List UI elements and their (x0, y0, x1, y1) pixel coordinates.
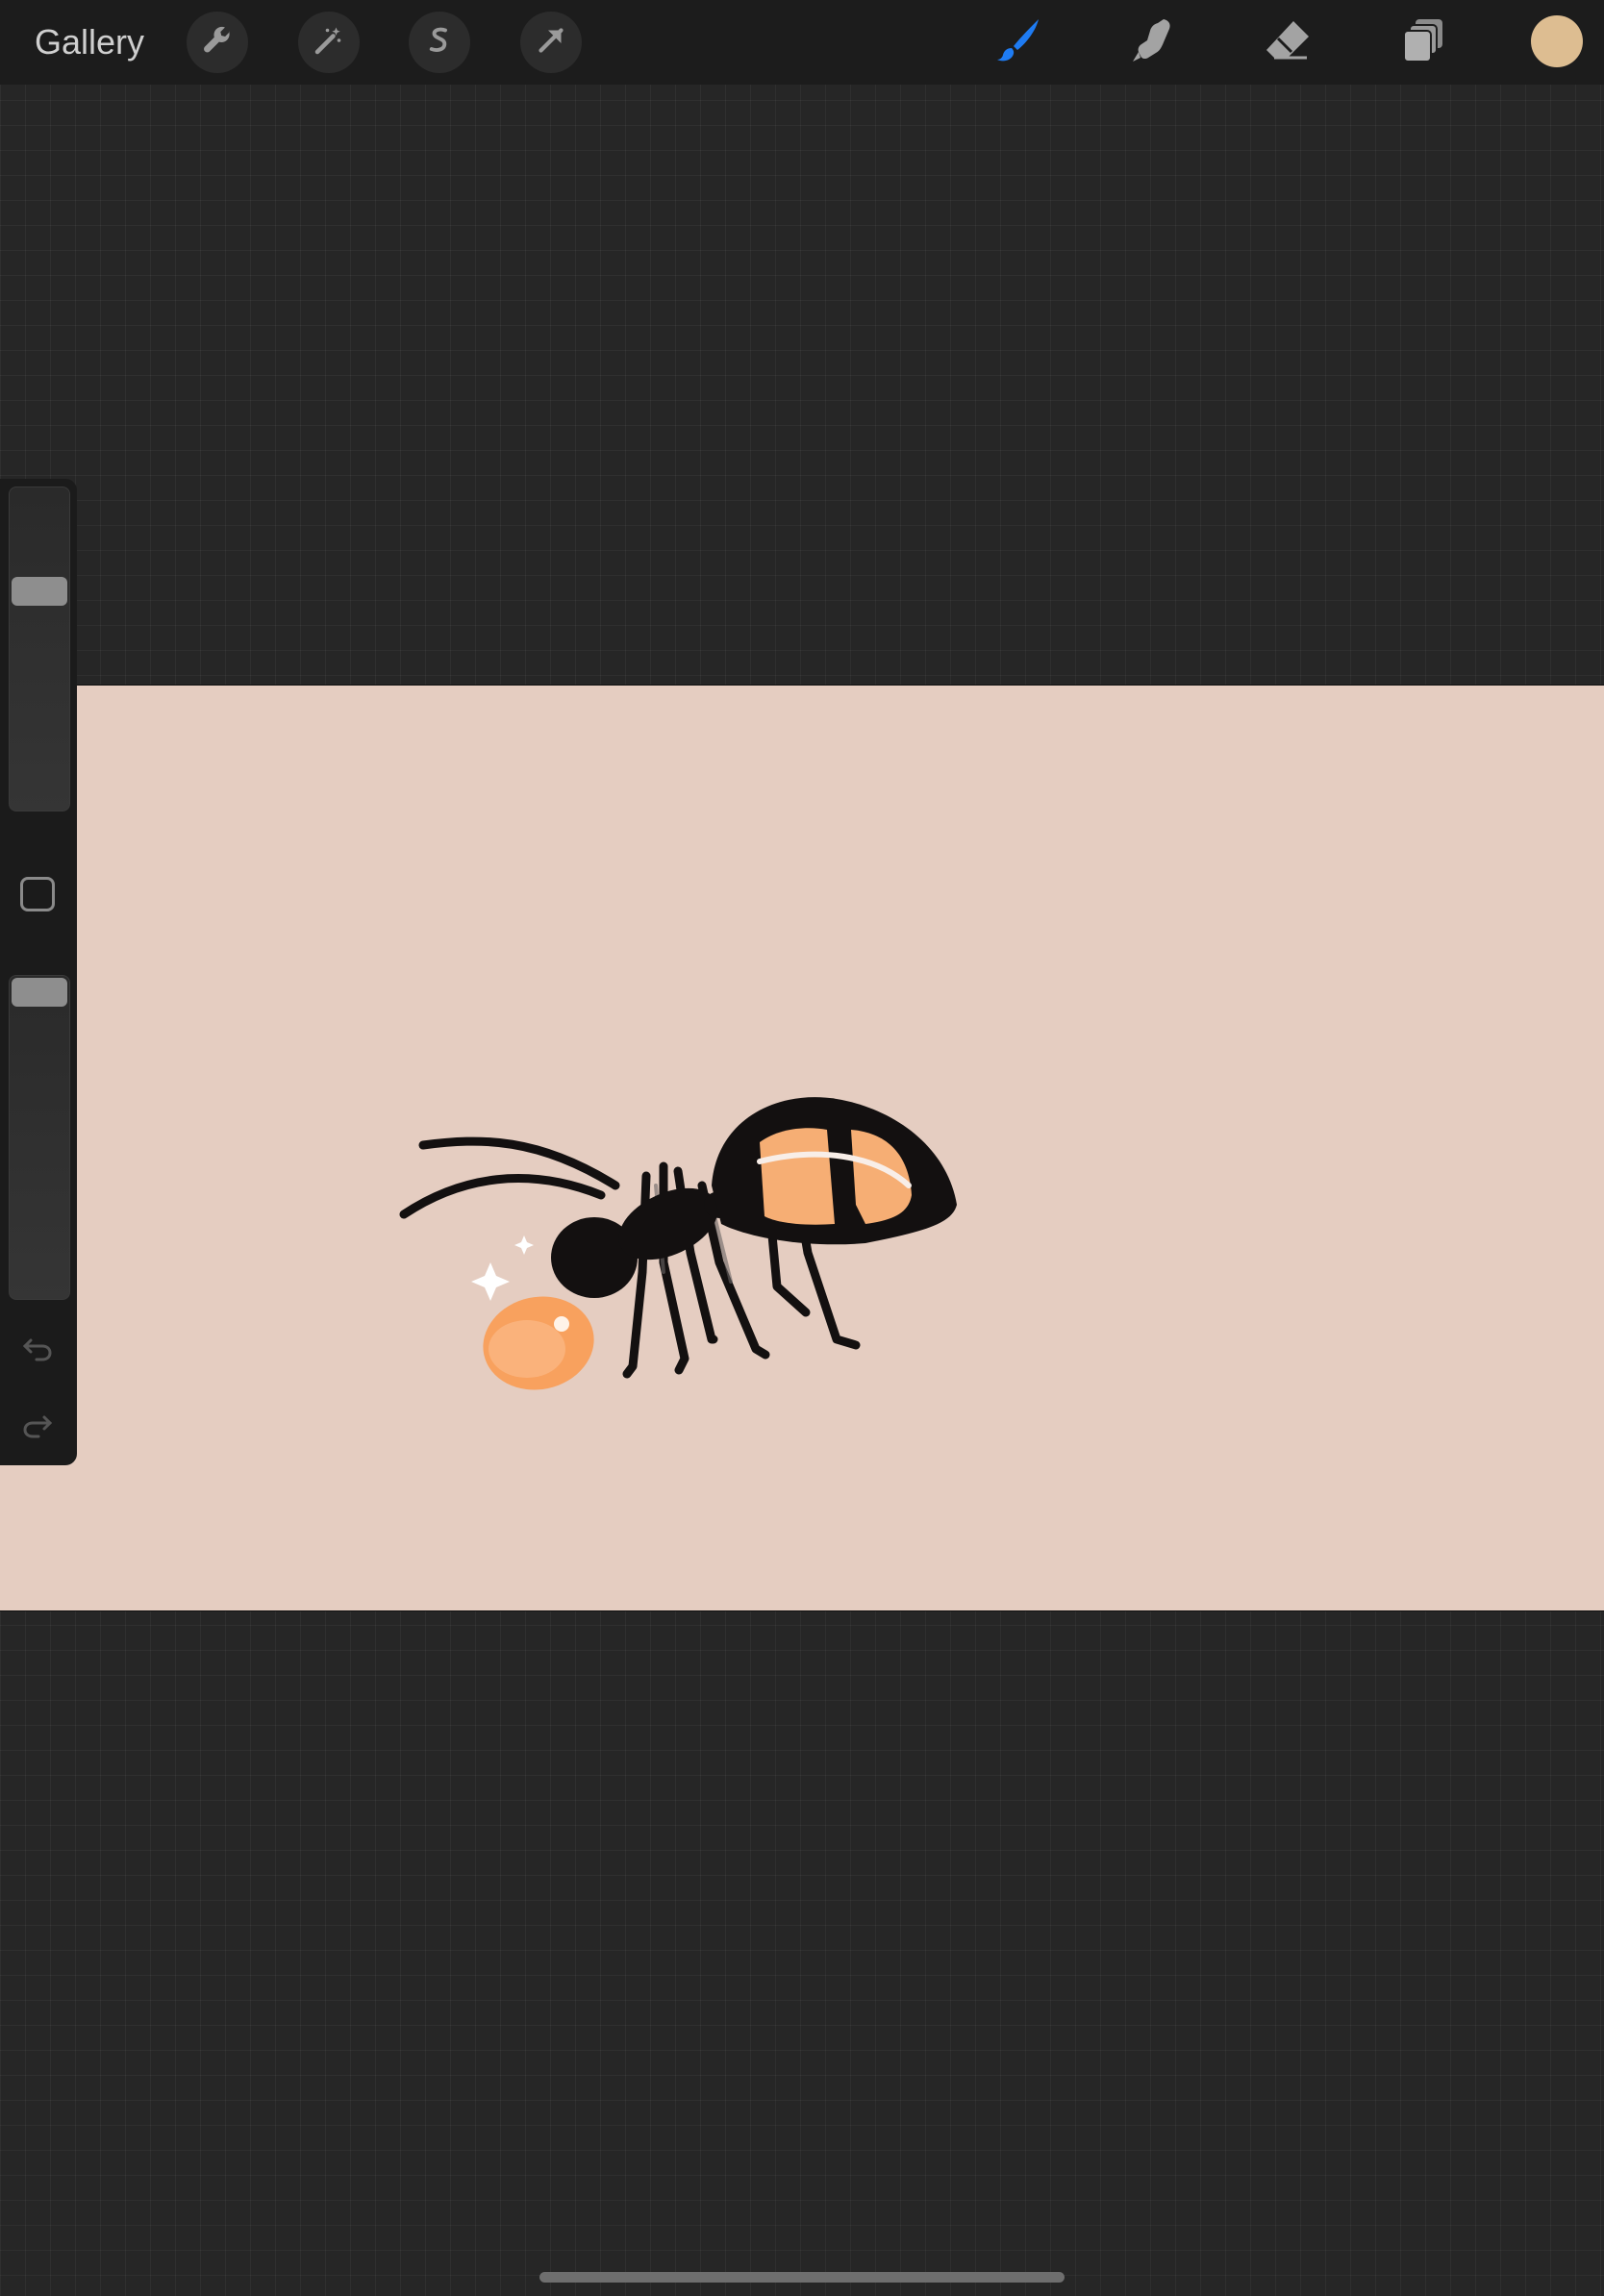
selection-s-icon (422, 23, 457, 62)
brush-tool-button[interactable] (985, 12, 1050, 73)
layers-button[interactable] (1391, 12, 1456, 73)
redo-icon (17, 1415, 58, 1450)
opacity-thumb[interactable] (12, 978, 67, 1007)
smudge-finger-icon (1127, 13, 1181, 72)
wrench-icon (200, 23, 235, 62)
undo-icon (17, 1338, 58, 1373)
actions-button[interactable] (187, 12, 248, 73)
eraser-icon (1261, 13, 1315, 72)
color-picker-swatch[interactable] (1531, 15, 1583, 67)
gallery-button[interactable]: Gallery (35, 21, 144, 63)
brush-icon (990, 13, 1044, 72)
transform-button[interactable] (520, 12, 582, 73)
arrow-cursor-icon (534, 23, 568, 62)
modify-square-icon[interactable] (20, 877, 55, 911)
magic-wand-icon (312, 23, 346, 62)
brush-size-thumb[interactable] (12, 576, 67, 606)
home-indicator[interactable] (539, 2272, 1065, 2283)
smudge-tool-button[interactable] (1121, 12, 1187, 73)
adjustments-button[interactable] (298, 12, 360, 73)
ant-illustration (0, 686, 1604, 1610)
layers-icon (1396, 13, 1450, 72)
undo-button[interactable] (17, 1329, 58, 1369)
eraser-tool-button[interactable] (1255, 12, 1320, 73)
redo-button[interactable] (17, 1406, 58, 1446)
selection-button[interactable] (409, 12, 470, 73)
brush-size-slider[interactable] (9, 487, 70, 811)
procreate-workspace: Gallery (0, 0, 1604, 2296)
top-toolbar: Gallery (0, 0, 1604, 85)
brush-sidebar (0, 479, 77, 1465)
opacity-slider[interactable] (9, 975, 70, 1300)
drawing-canvas[interactable] (0, 685, 1604, 1611)
